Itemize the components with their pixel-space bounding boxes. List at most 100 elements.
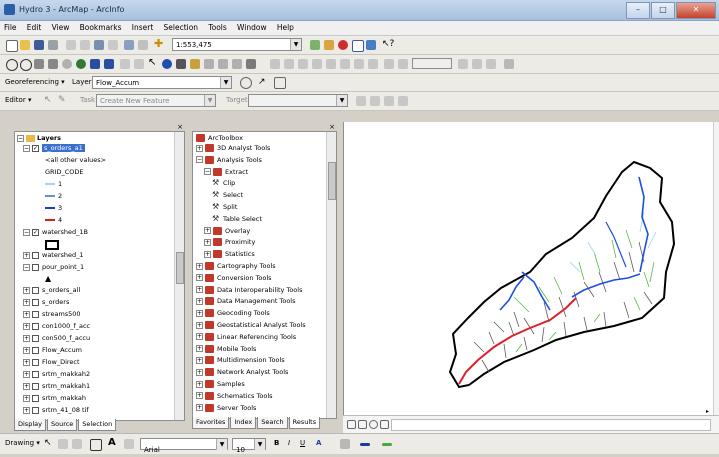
toolbox-toolset-item[interactable]: + Geocoding Tools [196, 309, 270, 318]
toolbox-toolset-item[interactable]: + Data Management Tools [196, 297, 295, 306]
scroll-thumb[interactable] [328, 162, 336, 200]
layout-zoom-icon[interactable] [398, 59, 408, 69]
toc-layer-item[interactable]: + s_orders_all [23, 286, 80, 294]
layer-visibility-checkbox[interactable] [32, 310, 39, 318]
spatial-adjust-icon[interactable] [284, 59, 294, 69]
menu-selection[interactable]: Selection [160, 21, 203, 35]
bold-button[interactable]: B [274, 439, 279, 447]
delete-icon[interactable] [108, 40, 118, 50]
menu-tools[interactable]: Tools [204, 21, 230, 35]
toolbox-toolset-item[interactable]: + Geostatistical Analyst Tools [196, 321, 306, 329]
fixed-zoom-in-icon[interactable] [34, 59, 44, 69]
tab-display[interactable]: Display [14, 419, 46, 431]
tab-results[interactable]: Results [288, 417, 321, 429]
expand-icon[interactable]: + [196, 321, 203, 329]
focus-frame-icon[interactable] [472, 59, 482, 69]
toc-layer-item[interactable]: + srtm_41_08 tif [23, 406, 89, 414]
toc-layer-item[interactable]: − ✓ s_orders_a1 [23, 144, 85, 152]
new-document-icon[interactable] [6, 40, 18, 52]
add-data-icon[interactable]: ✚ [154, 38, 164, 49]
toolbox-toolset-item[interactable]: + Samples [196, 380, 245, 388]
add-control-points-icon[interactable]: ↗ [258, 77, 268, 87]
full-extent-icon[interactable] [76, 59, 86, 69]
find-icon[interactable] [176, 59, 186, 69]
data-view-icon[interactable] [347, 420, 356, 429]
expand-icon[interactable]: + [23, 251, 30, 259]
collapse-icon[interactable]: − [23, 228, 30, 236]
identify-icon[interactable] [162, 59, 172, 69]
edit-vertices-icon[interactable] [124, 439, 134, 449]
toc-layer-item[interactable]: + srtm_makkah2 [23, 370, 90, 378]
tab-index[interactable]: Index [230, 417, 257, 429]
expand-icon[interactable]: + [196, 404, 203, 412]
go-to-xy-icon[interactable] [190, 59, 200, 69]
toc-layer-item[interactable]: − ✓ watershed_1B [23, 228, 88, 236]
toc-legend-entry[interactable]: ▲ [45, 275, 51, 283]
layout-icon[interactable] [384, 59, 394, 69]
layer-visibility-checkbox[interactable] [32, 358, 39, 366]
toc-layers-root[interactable]: − Layers [17, 134, 61, 142]
toolbox-toolset-item[interactable]: + Mobile Tools [196, 344, 256, 353]
layer-visibility-checkbox[interactable] [32, 406, 39, 414]
expand-icon[interactable]: + [196, 368, 203, 376]
zoom-to-selected-icon[interactable] [72, 439, 82, 449]
toolbox-toolset-item[interactable]: + Network Analyst Tools [196, 368, 288, 377]
forward-extent-icon[interactable] [104, 59, 114, 69]
tab-favorites[interactable]: Favorites [192, 417, 230, 429]
edit-tool-icon[interactable]: ↖ [44, 95, 54, 105]
open-folder-icon[interactable] [20, 40, 30, 50]
task-dropdown[interactable]: Create New Feature ▼ [96, 94, 216, 107]
expand-icon[interactable]: + [196, 286, 203, 294]
toc-layer-item[interactable]: + con1000_f_acc [23, 322, 90, 330]
menu-window[interactable]: Window [233, 21, 271, 35]
menu-bookmarks[interactable]: Bookmarks [76, 21, 126, 35]
expand-icon[interactable]: + [23, 370, 30, 378]
italic-button[interactable]: I [288, 439, 290, 447]
layer-visibility-checkbox[interactable] [32, 394, 39, 402]
toc-layer-item[interactable]: + streams500 [23, 310, 81, 318]
toc-layer-item[interactable]: + Flow_Accum [23, 346, 82, 354]
expand-icon[interactable]: + [23, 358, 30, 366]
select-elements-icon[interactable]: ↖ [44, 438, 54, 448]
arctoolbox-icon[interactable] [338, 40, 348, 50]
expand-icon[interactable]: + [23, 322, 30, 330]
map-horizontal-scrollbar[interactable] [391, 419, 711, 431]
toolbox-toolset-item[interactable]: + Proximity [204, 238, 255, 247]
toolbox-toolset-item[interactable]: + Linear Referencing Tools [196, 332, 296, 341]
rotate-tool-icon[interactable] [370, 96, 380, 106]
minimize-button[interactable]: – [626, 2, 650, 19]
scroll-right-icon[interactable]: ▸ [706, 408, 709, 415]
layer-visibility-checkbox[interactable]: ✓ [32, 144, 39, 152]
trace-icon[interactable] [368, 59, 378, 69]
menu-edit[interactable]: Edit [23, 21, 46, 35]
expand-icon[interactable]: + [196, 309, 203, 317]
toc-layer-item[interactable]: + s_orders [23, 298, 69, 306]
layout-view-icon[interactable] [358, 420, 367, 429]
collapse-icon[interactable]: − [23, 263, 30, 271]
split-tool-icon[interactable] [356, 96, 366, 106]
toolbox-toolset-item[interactable]: +3D Analyst Tools [196, 144, 270, 152]
expand-icon[interactable]: + [23, 394, 30, 402]
expand-icon[interactable]: + [196, 297, 203, 305]
underline-button[interactable]: U [300, 439, 305, 447]
whats-this-icon[interactable]: ↖? [382, 39, 394, 49]
layer-visibility-checkbox[interactable] [32, 286, 39, 294]
toolbox-toolset-item[interactable]: − Extract [204, 167, 248, 176]
layer-visibility-checkbox[interactable] [32, 322, 39, 330]
collapse-icon[interactable]: − [23, 144, 30, 152]
editor-toolbar-icon[interactable] [310, 40, 320, 50]
toc-layer-item[interactable]: + Flow_Direct [23, 358, 80, 366]
pan-icon[interactable] [62, 59, 72, 69]
menu-view[interactable]: View [48, 21, 74, 35]
toc-layer-item[interactable]: + watershed_1 [23, 251, 84, 259]
view-link-table-icon[interactable] [274, 77, 286, 89]
vertex-icon[interactable] [340, 59, 350, 69]
menu-help[interactable]: Help [273, 21, 298, 35]
data-driven-pages-icon[interactable] [504, 59, 514, 69]
rotate-icon[interactable] [240, 77, 252, 89]
toc-legend-entry[interactable]: 1 [45, 180, 62, 188]
toolbox-root[interactable]: ArcToolbox [196, 134, 243, 142]
collapse-icon[interactable]: − [17, 134, 24, 142]
toc-legend-entry[interactable]: <all other values> [45, 156, 106, 164]
topology-icon[interactable] [312, 59, 322, 69]
